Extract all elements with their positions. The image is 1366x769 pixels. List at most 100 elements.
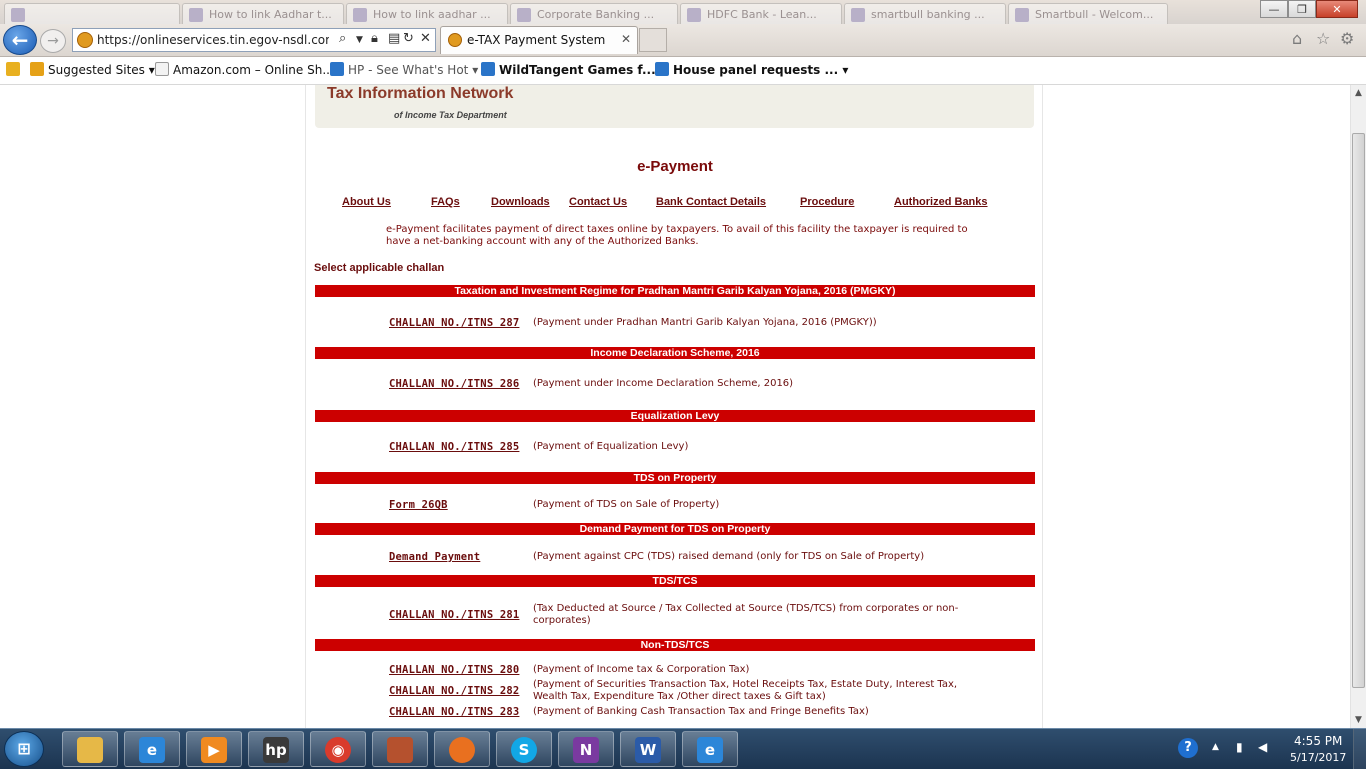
challan-287-link[interactable]: CHALLAN NO./ITNS 287 [389,317,519,329]
challan-280-link[interactable]: CHALLAN NO./ITNS 280 [389,664,519,676]
close-window-button[interactable]: ✕ [1316,0,1358,18]
tab-favicon-icon [353,8,367,22]
section-header-ids: Income Declaration Scheme, 2016 [315,347,1035,359]
favorites-star-icon[interactable]: ☆ [1316,29,1330,48]
favorite-house-panel[interactable]: House panel requests ... ▾ [655,62,848,77]
address-bar[interactable]: https://onlineservices.tin.egov-nsdl.com… [72,28,436,52]
challan-281-link[interactable]: CHALLAN NO./ITNS 281 [389,609,519,621]
minimize-button[interactable]: — [1260,0,1288,18]
scrollbar-thumb[interactable] [1352,133,1365,688]
demand-payment-description: (Payment against CPC (TDS) raised demand… [533,551,925,562]
scroll-down-arrow-icon[interactable]: ▼ [1351,712,1366,728]
link-faqs[interactable]: FAQs [431,196,460,208]
url-text[interactable]: https://onlineservices.tin.egov-nsdl.com… [97,33,329,47]
help-icon[interactable]: ? [1178,738,1198,758]
link-procedure[interactable]: Procedure [800,196,854,208]
section-header-equalization-levy: Equalization Levy [315,410,1035,422]
site-title: Tax Information Network [327,85,514,102]
ie-page-icon [481,62,495,76]
add-favorite-icon[interactable] [6,62,24,77]
forward-arrow-icon: → [47,33,59,49]
link-authorized-banks[interactable]: Authorized Banks [894,196,988,208]
stop-icon[interactable]: ✕ [420,31,431,46]
demand-payment-link[interactable]: Demand Payment [389,551,480,563]
tab-favicon-icon [517,8,531,22]
maximize-button[interactable]: ❐ [1288,0,1316,18]
form-26qb-link[interactable]: Form 26QB [389,499,448,511]
taskbar-firefox[interactable] [434,731,490,767]
dropdown-arrow-icon[interactable]: ▼ [356,35,363,45]
tab-favicon-icon [11,8,25,22]
background-tab[interactable]: HDFC Bank - Lean... [680,3,842,25]
back-button[interactable]: ← [3,25,37,55]
background-tab[interactable]: smartbull banking ... [844,3,1006,25]
background-tab[interactable]: How to link aadhar ... [346,3,508,25]
home-icon[interactable]: ⌂ [1292,29,1302,48]
taskbar: ⊞ e ▶ hp ◉ S N W e ? ▲ ▮ ◀ 4:55 PM 5/17/… [0,728,1366,769]
link-bank-contact-details[interactable]: Bank Contact Details [656,196,766,208]
favorites-bar: Suggested Sites ▾ Amazon.com – Online Sh… [0,57,1366,85]
challan-286-link[interactable]: CHALLAN NO./ITNS 286 [389,378,519,390]
challan-282-description: (Payment of Securities Transaction Tax, … [533,679,958,702]
scroll-up-arrow-icon[interactable]: ▲ [1351,85,1366,101]
vertical-scrollbar[interactable]: ▲ ▼ [1350,85,1366,728]
link-about-us[interactable]: About Us [342,196,391,208]
background-tab[interactable]: Smartbull - Welcom... [1008,3,1168,25]
favorite-amazon[interactable]: Amazon.com – Online Sh... [155,62,334,77]
challan-287-description: (Payment under Pradhan Mantri Garib Kaly… [533,317,877,328]
close-tab-icon[interactable]: ✕ [621,32,631,46]
search-icon[interactable]: ⌕ [339,31,346,46]
new-tab-button[interactable] [639,28,667,52]
chrome-icon: ◉ [325,737,351,763]
favorite-wildtangent[interactable]: WildTangent Games f... ▾ [481,62,666,77]
battery-icon[interactable]: ▮ [1236,740,1243,754]
start-button[interactable]: ⊞ [4,731,44,767]
site-header: Tax Information Network of Income Tax De… [315,85,1034,128]
clock-date[interactable]: 5/17/2017 [1290,751,1346,764]
challan-280-description: (Payment of Income tax & Corporation Tax… [533,664,750,675]
tab-favicon-icon [189,8,203,22]
settings-gear-icon[interactable]: ⚙ [1340,29,1354,48]
link-contact-us[interactable]: Contact Us [569,196,627,208]
tab-e-tax-payment-system[interactable]: e-TAX Payment System ✕ [440,26,638,54]
taskbar-onenote[interactable]: N [558,731,614,767]
star-icon [6,62,20,76]
form-26qb-description: (Payment of TDS on Sale of Property) [533,499,720,510]
favorite-suggested-sites[interactable]: Suggested Sites ▾ [30,62,155,77]
background-tab[interactable]: How to link Aadhar t... [182,3,344,25]
taskbar-media-player[interactable]: ▶ [186,731,242,767]
volume-muted-icon[interactable]: ◀ [1258,740,1267,754]
onenote-icon: N [573,737,599,763]
taskbar-internet-explorer[interactable]: e [124,731,180,767]
taskbar-presentation[interactable] [372,731,428,767]
clock-time[interactable]: 4:55 PM [1294,734,1342,748]
hp-icon: hp [263,737,289,763]
favorite-hp[interactable]: HP - See What's Hot ▾ [330,62,478,77]
compatibility-view-icon[interactable]: ▤ [388,31,400,46]
challan-281-description: (Tax Deducted at Source / Tax Collected … [533,603,959,626]
ie-icon: e [697,737,723,763]
challan-282-link[interactable]: CHALLAN NO./ITNS 282 [389,685,519,697]
lock-icon[interactable]: 🔒︎ [371,31,378,46]
amazon-icon [155,62,169,76]
taskbar-chrome[interactable]: ◉ [310,731,366,767]
taskbar-hp[interactable]: hp [248,731,304,767]
challan-283-link[interactable]: CHALLAN NO./ITNS 283 [389,706,519,718]
presentation-icon [387,737,413,763]
challan-285-description: (Payment of Equalization Levy) [533,441,689,452]
taskbar-skype[interactable]: S [496,731,552,767]
ie-page-icon [655,62,669,76]
background-tab[interactable] [4,3,180,25]
link-downloads[interactable]: Downloads [491,196,550,208]
background-tab[interactable]: Corporate Banking ... [510,3,678,25]
challan-285-link[interactable]: CHALLAN NO./ITNS 285 [389,441,519,453]
taskbar-internet-explorer-2[interactable]: e [682,731,738,767]
taskbar-file-explorer[interactable] [62,731,118,767]
tab-favicon-icon [448,33,462,47]
tray-expand-icon[interactable]: ▲ [1212,742,1219,752]
show-desktop-button[interactable] [1353,729,1366,769]
back-arrow-icon: ← [11,28,29,52]
taskbar-word[interactable]: W [620,731,676,767]
forward-button[interactable]: → [40,29,66,53]
refresh-icon[interactable]: ↻ [403,31,414,46]
